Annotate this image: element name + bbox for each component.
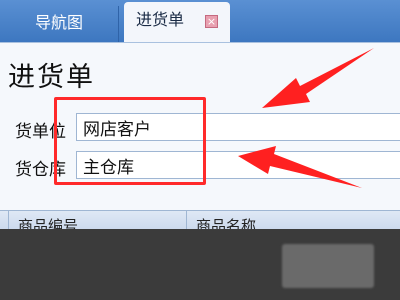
app-window: 导航图 进货单 × 进货单 货单位 货仓库 商品编号 商品名称: [0, 0, 400, 300]
page-title: 进货单: [8, 62, 95, 93]
tab-bar: 导航图 进货单 ×: [0, 0, 400, 42]
blurred-watermark: [282, 244, 374, 288]
tab-purchase-order-label: 进货单: [136, 10, 185, 29]
tab-navigation[interactable]: 导航图: [0, 6, 119, 42]
close-icon[interactable]: ×: [205, 15, 218, 28]
tab-purchase-order[interactable]: 进货单 ×: [124, 2, 230, 42]
close-glyph: ×: [206, 15, 217, 28]
highlight-box: [54, 97, 206, 185]
tab-navigation-label: 导航图: [34, 13, 83, 32]
